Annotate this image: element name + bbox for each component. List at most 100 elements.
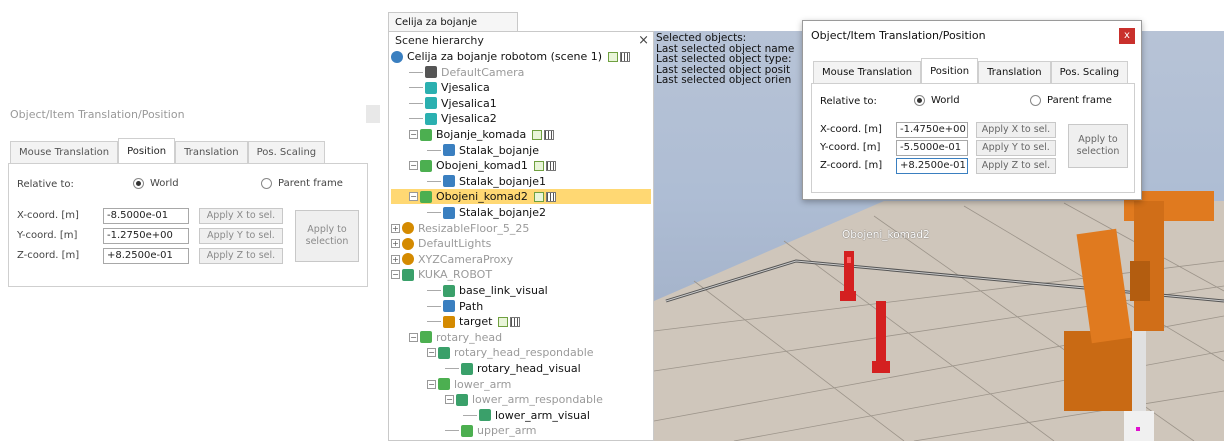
model-icon [402,237,414,250]
script-icon[interactable] [608,51,619,62]
tree-item-label: ResizableFloor_5_25 [418,221,530,235]
tree-item[interactable]: DefaultCamera [391,65,651,80]
relative-to-label: Relative to: [17,179,74,190]
tree-item[interactable]: Vjesalica1 [391,96,651,111]
expand-toggle-icon[interactable]: + [391,223,400,233]
tree-item[interactable]: Stalak_bojanje [391,143,651,158]
tree-item[interactable]: − rotary_head_respondable [391,345,651,360]
radio-parent-frame[interactable]: Parent frame [261,178,343,189]
tree-item[interactable]: upper_arm [391,423,651,438]
radio-unselected-icon [1030,95,1041,106]
tree-item[interactable]: − Obojeni_komad2 [391,189,651,205]
tree-item-label: Stalak_bojanje2 [459,206,547,219]
info-line: Selected objects: [656,32,747,44]
tree-item[interactable]: − Obojeni_komad1 [391,158,651,173]
close-icon[interactable]: × [638,32,649,49]
expand-toggle-icon[interactable]: − [409,332,418,342]
tree-connector [409,87,423,89]
tree-item[interactable]: Stalak_bojanje1 [391,174,651,189]
tree-item[interactable]: lower_arm_visual [391,408,651,423]
apply-z-button[interactable]: Apply Z to sel. [199,248,283,264]
expand-toggle-icon[interactable]: − [409,161,418,171]
customization-script-icon[interactable] [620,51,631,62]
paint-icon [420,128,432,141]
apply-x-button[interactable]: Apply X to sel. [199,208,283,224]
expand-toggle-icon[interactable]: − [445,395,454,405]
z-coord-field[interactable]: +8.2500e-01 [896,158,968,174]
tree-item[interactable]: Stalak_bojanje2 [391,205,651,220]
tab-position[interactable]: Position [921,58,979,84]
joint-icon [461,424,473,437]
scene-icon [391,50,403,63]
tab-mouse-translation[interactable]: Mouse Translation [10,141,119,163]
customization-script-icon[interactable] [545,160,556,171]
paint-icon [420,159,432,172]
y-coord-field[interactable]: -5.5000e-01 [896,140,968,156]
apply-y-button[interactable]: Apply Y to sel. [976,140,1056,156]
tab-translation[interactable]: Translation [175,141,248,163]
x-coord-label: X-coord. [m] [820,124,882,135]
tree-connector [409,71,423,73]
paint-icon [420,190,432,203]
close-button[interactable]: x [1119,28,1135,44]
tab-mouse-translation[interactable]: Mouse Translation [813,61,922,83]
radio-world-label: World [931,95,960,106]
tree-item[interactable]: Path [391,299,651,314]
tree-item[interactable]: − Bojanje_komada [391,127,651,142]
x-coord-label: X-coord. [m] [17,210,79,221]
apply-x-button[interactable]: Apply X to sel. [976,122,1056,138]
close-button[interactable] [366,105,380,123]
tab-pos-scaling[interactable]: Pos. Scaling [247,141,326,163]
expand-toggle-icon[interactable]: − [427,348,436,358]
dialog-title: Object/Item Translation/Position [10,108,185,121]
expand-toggle-icon[interactable]: − [391,270,400,280]
script-icon[interactable] [532,129,543,140]
radio-world[interactable]: World [133,178,179,189]
tree-item[interactable]: base_link_visual [391,283,651,298]
expand-toggle-icon[interactable]: + [391,239,400,249]
expand-toggle-icon[interactable]: − [409,192,418,202]
tree-item[interactable]: rotary_head_visual [391,361,651,376]
tree-item[interactable]: + DefaultLights [391,236,651,251]
expand-toggle-icon[interactable]: − [409,130,418,139]
tree-item[interactable]: target [391,314,651,329]
tree-item[interactable]: − rotary_head [391,330,651,345]
apply-z-button[interactable]: Apply Z to sel. [976,158,1056,174]
tree-item[interactable]: − lower_arm [391,377,651,392]
tree-item[interactable]: − lower_arm_respondable [391,392,651,407]
tab-position[interactable]: Position [118,138,176,164]
tree-item[interactable]: + XYZCameraProxy [391,252,651,267]
script-icon[interactable] [498,316,509,327]
tree-item[interactable]: Vjesalica2 [391,111,651,126]
expand-toggle-icon[interactable]: + [391,254,400,264]
tree-item-label: Path [459,299,484,313]
customization-script-icon[interactable] [544,129,555,140]
scene-tab[interactable]: Celija za bojanje robotom [388,12,518,47]
tab-translation[interactable]: Translation [978,61,1051,83]
tree-item[interactable]: Celija za bojanje robotom (scene 1) [391,49,651,64]
tree-item[interactable]: + ResizableFloor_5_25 [391,221,651,236]
script-icon[interactable] [533,191,544,202]
tree-connector [427,321,441,323]
apply-to-selection-button[interactable]: Apply to selection [295,210,359,262]
tree-connector [463,414,477,416]
cuboid-icon [425,97,437,110]
x-coord-field[interactable]: -1.4750e+00 [896,122,968,138]
radio-parent-frame[interactable]: Parent frame [1030,95,1112,106]
tree-item[interactable]: − KUKA_ROBOT [391,267,651,282]
radio-world[interactable]: World [914,95,960,106]
tab-pos-scaling[interactable]: Pos. Scaling [1050,61,1129,83]
script-icon[interactable] [533,160,544,171]
joint-icon [420,331,432,344]
x-coord-field[interactable]: -8.5000e-01 [103,208,189,224]
customization-script-icon[interactable] [545,191,556,202]
piece-2 [876,301,886,366]
apply-to-selection-button[interactable]: Apply to selection [1068,124,1128,168]
z-coord-field[interactable]: +8.2500e-01 [103,248,189,264]
y-coord-field[interactable]: -1.2750e+00 [103,228,189,244]
tree-item-label: target [459,315,493,329]
apply-y-button[interactable]: Apply Y to sel. [199,228,283,244]
tree-item[interactable]: Vjesalica [391,80,651,95]
customization-script-icon[interactable] [510,316,521,327]
expand-toggle-icon[interactable]: − [427,379,436,389]
